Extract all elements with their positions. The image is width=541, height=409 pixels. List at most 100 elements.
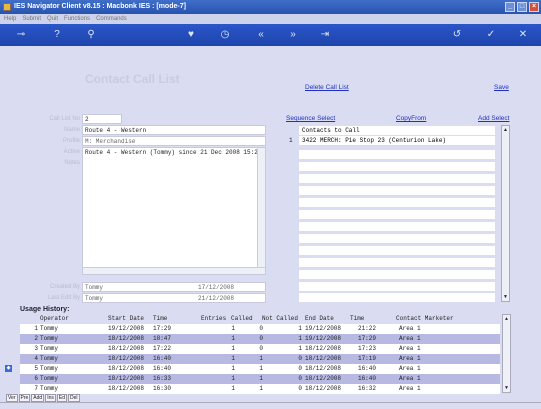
table-row[interactable]: 7 Tommy 18/12/2008 16:30 1 1 0 18/12/2008 16:32 A… [20, 384, 500, 394]
ed-button[interactable]: Ed [56, 394, 67, 402]
notes-horizontal-scrollbar[interactable] [83, 267, 265, 274]
contact-row-empty[interactable] [299, 282, 495, 291]
cell-end-date: 18/12/2008 [305, 355, 342, 362]
notes-vertical-scrollbar[interactable] [257, 148, 265, 274]
contact-row-empty[interactable] [299, 246, 495, 255]
cell-not-called: 1 [298, 325, 302, 332]
last-edit-date-value: 21/12/2008 [198, 295, 235, 302]
ver-button[interactable]: Ver [6, 394, 18, 402]
back-icon[interactable]: ↺ [450, 29, 464, 41]
table-row[interactable]: 5 Tommy 18/12/2008 16:40 1 1 0 18/12/2008 16:40 A… [20, 364, 500, 374]
del-button[interactable]: Del [68, 394, 80, 402]
app-icon [3, 3, 11, 11]
contact-row-empty[interactable] [299, 234, 495, 243]
menu-help[interactable]: Help [4, 14, 16, 24]
scroll-down-icon[interactable]: ▼ [502, 293, 509, 301]
usage-scrollbar[interactable]: ▲ ▼ [502, 314, 511, 393]
cell-called: 1 [259, 375, 263, 382]
menu-quit[interactable]: Quit [47, 14, 58, 24]
profile-label: Profile [62, 138, 80, 144]
table-row[interactable]: 4 Tommy 18/12/2008 16:40 1 1 0 18/12/2008 17:19 A… [20, 354, 500, 364]
profile-field[interactable]: M: Merchandise [82, 136, 266, 146]
help-icon[interactable]: ? [50, 29, 64, 41]
cell-not-called: 1 [298, 335, 302, 342]
cell-start-time: 16:40 [153, 355, 172, 362]
usage-scroll-down-icon[interactable]: ▼ [503, 384, 510, 392]
key-icon[interactable]: ⊸ [14, 29, 28, 41]
cell-start-time: 16:40 [153, 365, 172, 372]
cell-end-time: 17:29 [357, 335, 376, 342]
contact-row-empty[interactable] [299, 210, 495, 219]
cell-entries: 1 [231, 385, 235, 392]
sequence-select-link[interactable]: Sequence Select [286, 115, 335, 122]
contact-row-empty[interactable] [299, 174, 495, 183]
last-edit-by-value: Tommy [85, 295, 104, 302]
contact-row-empty[interactable] [299, 198, 495, 207]
cell-start-time: 17:29 [153, 325, 172, 332]
minimize-icon[interactable]: _ [505, 2, 515, 12]
window-controls: _ □ × [505, 2, 539, 12]
add-button[interactable]: Add [31, 394, 45, 402]
pre-button[interactable]: Pre [18, 394, 31, 402]
clock-icon[interactable]: ◷ [218, 29, 232, 41]
table-row[interactable]: 3 Tommy 18/12/2008 17:22 1 0 1 18/12/2008 17:23 A… [20, 344, 500, 354]
contact-row[interactable]: 3422 MERCH: Pie Stop 23 (Centurion Lake) [299, 136, 495, 145]
usage-history-title: Usage History: [20, 306, 70, 313]
cell-end-date: 18/12/2008 [305, 365, 342, 372]
end-icon[interactable]: ⇥ [318, 29, 332, 41]
contact-row-empty[interactable] [299, 150, 495, 159]
ins-button[interactable]: Ins [45, 394, 56, 402]
usage-scroll-up-icon[interactable]: ▲ [503, 315, 510, 323]
table-row[interactable]: 6 Tommy 18/12/2008 16:33 1 1 0 18/12/2008 16:40 A… [20, 374, 500, 384]
maximize-icon[interactable]: □ [517, 2, 527, 12]
column-header-operator: Operator [40, 315, 69, 322]
copy-from-link[interactable]: CopyFrom [396, 115, 426, 122]
notes-field[interactable]: Route 4 - Western (Tommy) since 21 Dec 2… [82, 147, 266, 275]
contact-row-empty[interactable] [299, 270, 495, 279]
contact-row-empty[interactable] [299, 258, 495, 267]
check-icon[interactable]: ✓ [484, 29, 498, 41]
call-list-no-field[interactable]: 2 [82, 114, 122, 124]
table-row[interactable]: 1 Tommy 19/12/2008 17:29 1 0 1 19/12/2008 21:22 A… [20, 324, 500, 334]
cell-contact-marketer: Area 1 [399, 325, 421, 332]
cell-end-date: 18/12/2008 [305, 385, 342, 392]
cell-end-time: 17:19 [357, 355, 376, 362]
cell-contact-marketer: Area 1 [399, 335, 421, 342]
cell-operator: Tommy [40, 355, 59, 362]
side-tab-icon[interactable]: ◆ [5, 365, 12, 372]
menu-commands[interactable]: Commands [96, 14, 127, 24]
contact-row-empty[interactable] [299, 293, 495, 302]
rewind-icon[interactable]: « [254, 29, 268, 41]
cell-end-time: 16:40 [357, 365, 376, 372]
cell-entries: 1 [231, 355, 235, 362]
menu-functions[interactable]: Functions [64, 14, 90, 24]
close-icon[interactable]: ✕ [516, 29, 530, 41]
cell-start-date: 18/12/2008 [108, 335, 145, 342]
contact-row-empty[interactable] [299, 186, 495, 195]
add-select-link[interactable]: Add Select [478, 115, 509, 122]
cell-entries: 1 [231, 365, 235, 372]
contacts-scrollbar[interactable]: ▲ ▼ [501, 125, 510, 302]
delete-call-list-link[interactable]: Delete Call List [305, 84, 349, 91]
cell-row-number: 5 [34, 365, 38, 372]
cell-entries: 1 [231, 375, 235, 382]
heart-icon[interactable]: ♥ [184, 29, 198, 41]
contact-row-empty[interactable] [299, 222, 495, 231]
fast-forward-icon[interactable]: » [286, 29, 300, 41]
menu-submit[interactable]: Submit [22, 14, 41, 24]
scroll-up-icon[interactable]: ▲ [502, 126, 509, 134]
search-icon[interactable]: ⚲ [84, 29, 98, 41]
table-row[interactable]: 2 Tommy 18/12/2008 18:47 1 0 1 19/12/2008 17:29 A… [20, 334, 500, 344]
active-label: Active [63, 149, 80, 155]
column-header-contact-marketer: Contact Marketer [396, 315, 454, 322]
column-header-not-called: Not Called [262, 315, 299, 322]
save-link[interactable]: Save [494, 84, 509, 91]
close-window-icon[interactable]: × [529, 2, 539, 12]
cell-end-time: 16:40 [357, 375, 376, 382]
contact-row-empty[interactable] [299, 162, 495, 171]
cell-start-date: 18/12/2008 [108, 375, 145, 382]
toolbar: ⊸ ? ⚲ ♥ ◷ « » ⇥ ↺ ✓ ✕ [0, 24, 541, 46]
page-title: Contact Call List [85, 72, 180, 86]
cell-not-called: 1 [298, 345, 302, 352]
name-field[interactable]: Route 4 - Western [82, 125, 266, 135]
